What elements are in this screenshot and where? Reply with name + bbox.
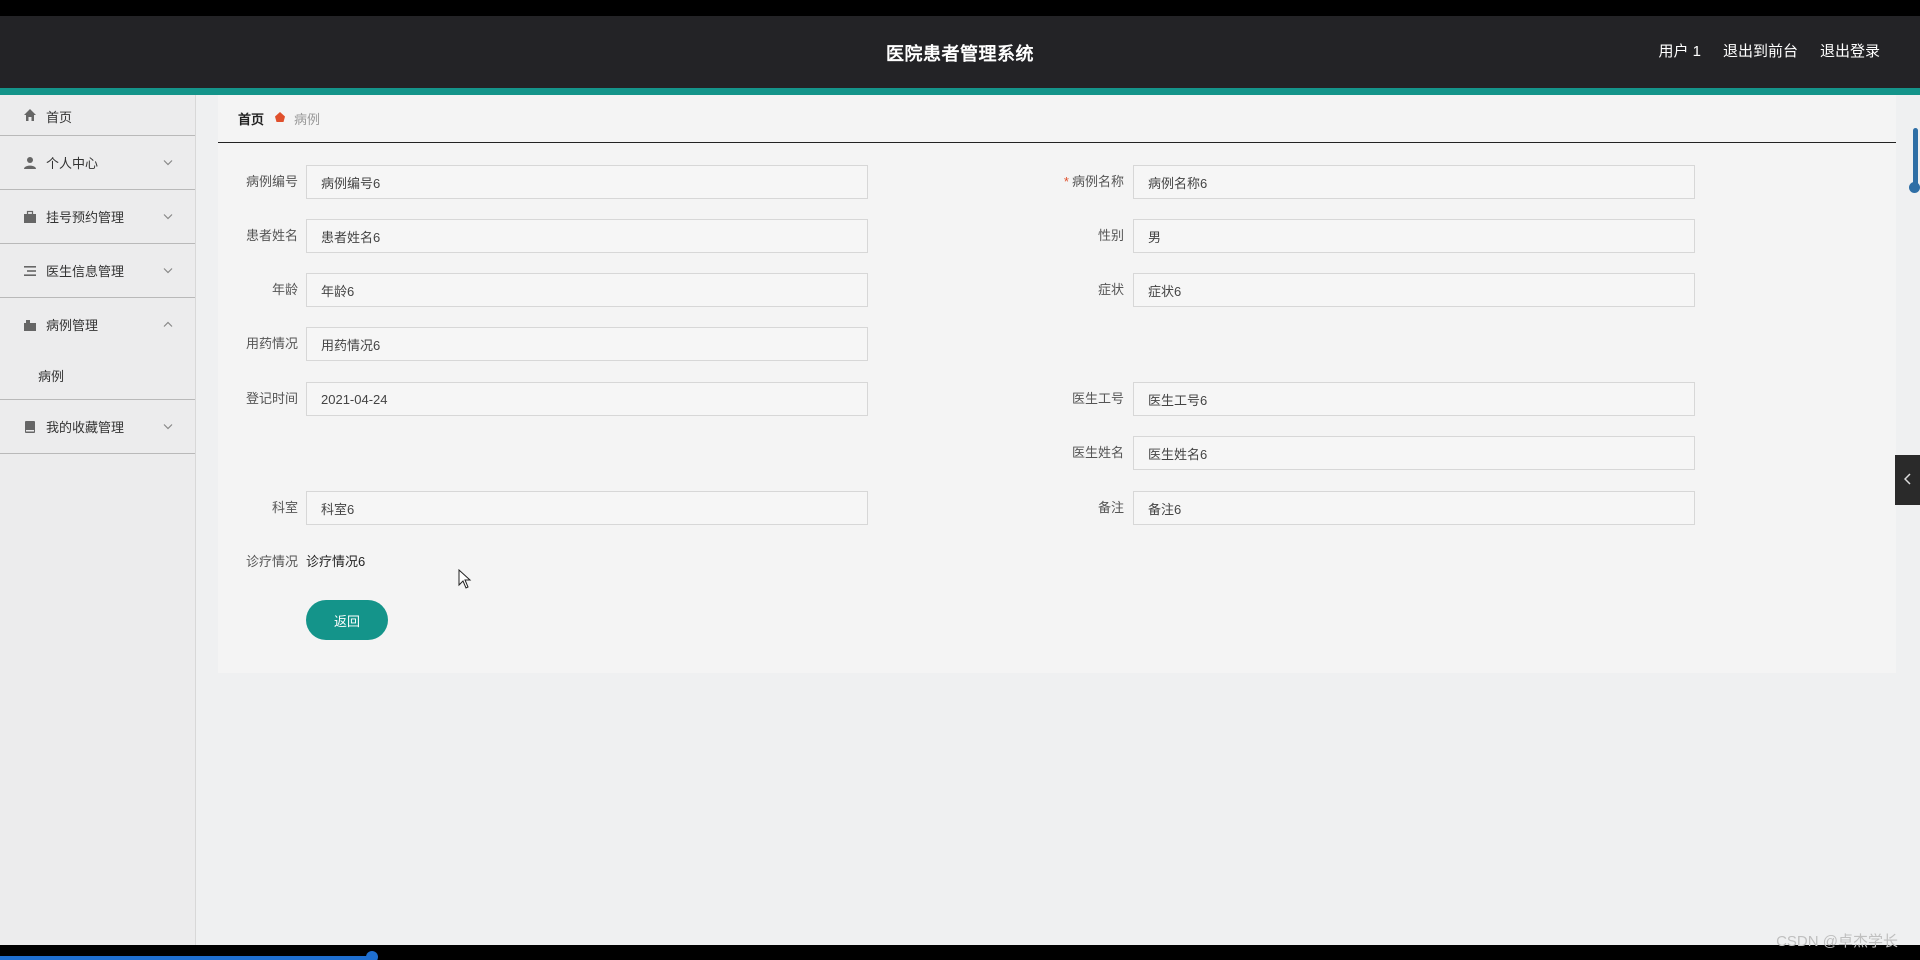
- user-icon: [22, 155, 38, 171]
- video-progress-bar[interactable]: [0, 956, 372, 960]
- chevron-down-icon: [163, 211, 173, 222]
- medication-field[interactable]: [306, 327, 868, 361]
- sidebar-group-case: 病例管理 病例: [0, 298, 195, 400]
- case-no-label: 病例编号: [245, 174, 298, 189]
- main-content: 首页 病例 病例编号 *病例名称 患者姓名 性别 年龄 症状 用药情况 登记时间…: [196, 95, 1920, 945]
- patient-name-field[interactable]: [306, 219, 868, 253]
- age-field[interactable]: [306, 273, 868, 307]
- sidebar-group-doctor: 医生信息管理: [0, 244, 195, 298]
- sidebar-subitem-case[interactable]: 病例: [0, 351, 195, 399]
- top-black-strip: [0, 0, 1920, 16]
- sidebar-item-label: 首页: [46, 110, 73, 125]
- symptom-field[interactable]: [1133, 273, 1695, 307]
- sidebar-item-label: 病例管理: [46, 318, 99, 333]
- sidebar: 首页 个人中心 挂号预约管理 医生信息管理 病例管理 病例 我的收藏管理: [0, 95, 196, 945]
- age-label: 年龄: [271, 282, 298, 297]
- remark-label: 备注: [1097, 500, 1124, 515]
- book-icon: [22, 419, 38, 435]
- chevron-down-icon: [163, 265, 173, 276]
- home-icon: [22, 107, 38, 123]
- sidebar-item-label: 挂号预约管理: [46, 210, 125, 225]
- sidebar-item-personal[interactable]: 个人中心: [0, 136, 195, 189]
- sidebar-item-home[interactable]: 首页: [0, 95, 195, 135]
- doctor-name-field[interactable]: [1133, 436, 1695, 470]
- case-no-field[interactable]: [306, 165, 868, 199]
- diagnosis-value: 诊疗情况6: [306, 554, 366, 569]
- list-icon: [22, 263, 38, 279]
- breadcrumb-home[interactable]: 首页: [238, 109, 264, 128]
- panel-toggle-button[interactable]: [1895, 455, 1920, 505]
- remark-field[interactable]: [1133, 491, 1695, 525]
- gender-field[interactable]: [1133, 219, 1695, 253]
- department-label: 科室: [271, 500, 298, 515]
- register-time-label: 登记时间: [245, 391, 298, 406]
- sidebar-group-home: 首页: [0, 95, 195, 136]
- case-icon: [22, 317, 38, 333]
- chevron-up-icon: [163, 319, 173, 330]
- sidebar-item-doctor[interactable]: 医生信息管理: [0, 244, 195, 297]
- scrollbar-thumb[interactable]: [1913, 128, 1918, 190]
- sidebar-group-registration: 挂号预约管理: [0, 190, 195, 244]
- briefcase-icon: [22, 209, 38, 225]
- gender-label: 性别: [1097, 228, 1124, 243]
- header-actions: 用户 1 退出到前台 退出登录: [1658, 40, 1880, 61]
- sidebar-group-favorites: 我的收藏管理: [0, 400, 195, 454]
- user-menu[interactable]: 用户 1: [1658, 40, 1701, 61]
- doctor-no-field[interactable]: [1133, 382, 1695, 416]
- sidebar-item-label: 医生信息管理: [46, 264, 125, 279]
- sidebar-item-case[interactable]: 病例管理: [0, 298, 195, 351]
- video-progress-handle[interactable]: [366, 951, 378, 960]
- case-name-label: * 病例名称: [1063, 174, 1124, 189]
- doctor-no-label: 医生工号: [1071, 391, 1124, 406]
- logout-link[interactable]: 退出登录: [1820, 40, 1880, 61]
- header-accent-line: [0, 88, 1920, 95]
- sidebar-item-registration[interactable]: 挂号预约管理: [0, 190, 195, 243]
- required-mark: *: [1063, 174, 1069, 189]
- doctor-name-label: 医生姓名: [1071, 445, 1124, 460]
- case-name-field[interactable]: [1133, 165, 1695, 199]
- breadcrumb-separator-icon: [274, 111, 286, 126]
- sidebar-item-label: 个人中心: [46, 156, 99, 171]
- register-time-field[interactable]: [306, 382, 868, 416]
- watermark: CSDN @卓杰学长: [1776, 933, 1898, 950]
- diagnosis-label: 诊疗情况: [245, 554, 298, 569]
- sidebar-item-label: 我的收藏管理: [46, 420, 125, 435]
- breadcrumb-current: 病例: [294, 112, 321, 127]
- mouse-cursor-icon: [458, 568, 472, 592]
- scrollbar-knob[interactable]: [1909, 182, 1920, 193]
- sidebar-item-favorites[interactable]: 我的收藏管理: [0, 400, 195, 453]
- sidebar-group-personal: 个人中心: [0, 136, 195, 190]
- department-field[interactable]: [306, 491, 868, 525]
- chevron-left-icon: [1903, 472, 1912, 488]
- breadcrumb: 首页 病例: [218, 95, 1896, 143]
- chevron-down-icon: [163, 421, 173, 432]
- symptom-label: 症状: [1097, 282, 1124, 297]
- patient-name-label: 患者姓名: [245, 228, 298, 243]
- medication-label: 用药情况: [245, 336, 298, 351]
- exit-to-front-link[interactable]: 退出到前台: [1723, 40, 1798, 61]
- chevron-down-icon: [163, 157, 173, 168]
- back-button[interactable]: 返回: [306, 600, 388, 640]
- app-title: 医院患者管理系统: [886, 44, 1034, 64]
